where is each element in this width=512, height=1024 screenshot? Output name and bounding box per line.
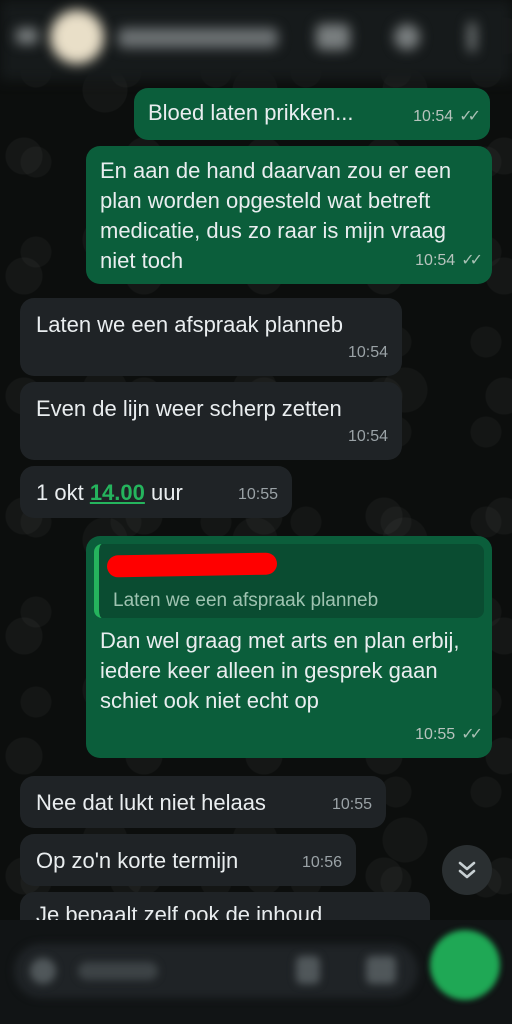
camera-icon[interactable] xyxy=(366,956,396,984)
message-incoming[interactable]: Nee dat lukt niet helaas 10:55 xyxy=(20,776,386,828)
quoted-author-redacted xyxy=(106,552,278,578)
message-input-placeholder xyxy=(78,962,158,980)
message-time: 10:54 xyxy=(347,344,388,361)
message-incoming[interactable]: Laten we een afspraak planneb 10:54 xyxy=(20,298,402,376)
message-meta: 10:54 xyxy=(348,338,388,368)
message-outgoing[interactable]: En aan de hand daarvan zou er een plan w… xyxy=(86,146,492,284)
message-text: Dan wel graag met arts en plan erbij, ie… xyxy=(100,628,460,713)
message-time: 10:54 xyxy=(347,428,388,445)
emoji-icon[interactable] xyxy=(30,958,56,984)
message-meta: 10:54 ✓✓ xyxy=(413,102,481,132)
message-incoming[interactable]: Op zo'n korte termijn 10:56 xyxy=(20,834,356,886)
message-meta: 10:54 xyxy=(348,422,388,452)
contact-name[interactable] xyxy=(118,28,278,48)
message-text: Even de lijn weer scherp zetten xyxy=(36,396,342,421)
read-receipt-icon: ✓✓ xyxy=(461,252,483,269)
message-meta: 10:55 ✓✓ xyxy=(415,720,483,750)
back-arrow-icon[interactable] xyxy=(16,28,38,44)
message-incoming[interactable]: 1 okt 14.00 uur 10:55 xyxy=(20,466,292,518)
mic-button[interactable] xyxy=(430,930,500,1000)
quoted-message[interactable]: Laten we een afspraak planneb xyxy=(94,544,484,618)
message-text: Laten we een afspraak planneb xyxy=(36,312,344,337)
message-meta: 10:54 ✓✓ xyxy=(415,246,483,276)
message-outgoing[interactable]: Bloed laten prikken... 10:54 ✓✓ xyxy=(134,88,490,140)
message-time: 10:55 xyxy=(415,726,456,743)
message-text: Nee dat lukt niet helaas xyxy=(36,790,266,815)
message-incoming[interactable]: Even de lijn weer scherp zetten 10:54 xyxy=(20,382,402,460)
message-time: 10:55 xyxy=(331,796,372,813)
message-meta: 10:55 xyxy=(332,790,372,820)
video-call-icon[interactable] xyxy=(316,24,350,50)
message-time: 10:54 xyxy=(413,108,454,125)
message-meta: 10:55 xyxy=(238,480,278,510)
message-outgoing-reply[interactable]: Laten we een afspraak planneb Dan wel gr… xyxy=(86,536,492,758)
message-time: 10:56 xyxy=(301,854,342,871)
voice-call-icon[interactable] xyxy=(394,24,420,50)
message-time: 10:54 xyxy=(415,252,456,269)
message-time: 10:55 xyxy=(237,486,278,503)
contact-avatar[interactable] xyxy=(50,10,104,64)
message-text: Op zo'n korte termijn xyxy=(36,848,239,873)
read-receipt-icon: ✓✓ xyxy=(461,726,483,743)
message-input[interactable] xyxy=(14,944,418,998)
message-meta: 10:56 xyxy=(302,848,342,878)
attach-icon[interactable] xyxy=(296,956,320,984)
time-link[interactable]: 14.00 xyxy=(90,480,145,505)
read-receipt-icon: ✓✓ xyxy=(459,108,481,125)
message-text-suffix: uur xyxy=(144,480,183,505)
double-chevron-down-icon xyxy=(458,861,476,879)
menu-icon[interactable] xyxy=(468,22,476,52)
scroll-to-bottom-button[interactable] xyxy=(442,845,492,895)
message-text-prefix: 1 okt xyxy=(36,480,90,505)
quoted-text: Laten we een afspraak planneb xyxy=(113,590,379,611)
